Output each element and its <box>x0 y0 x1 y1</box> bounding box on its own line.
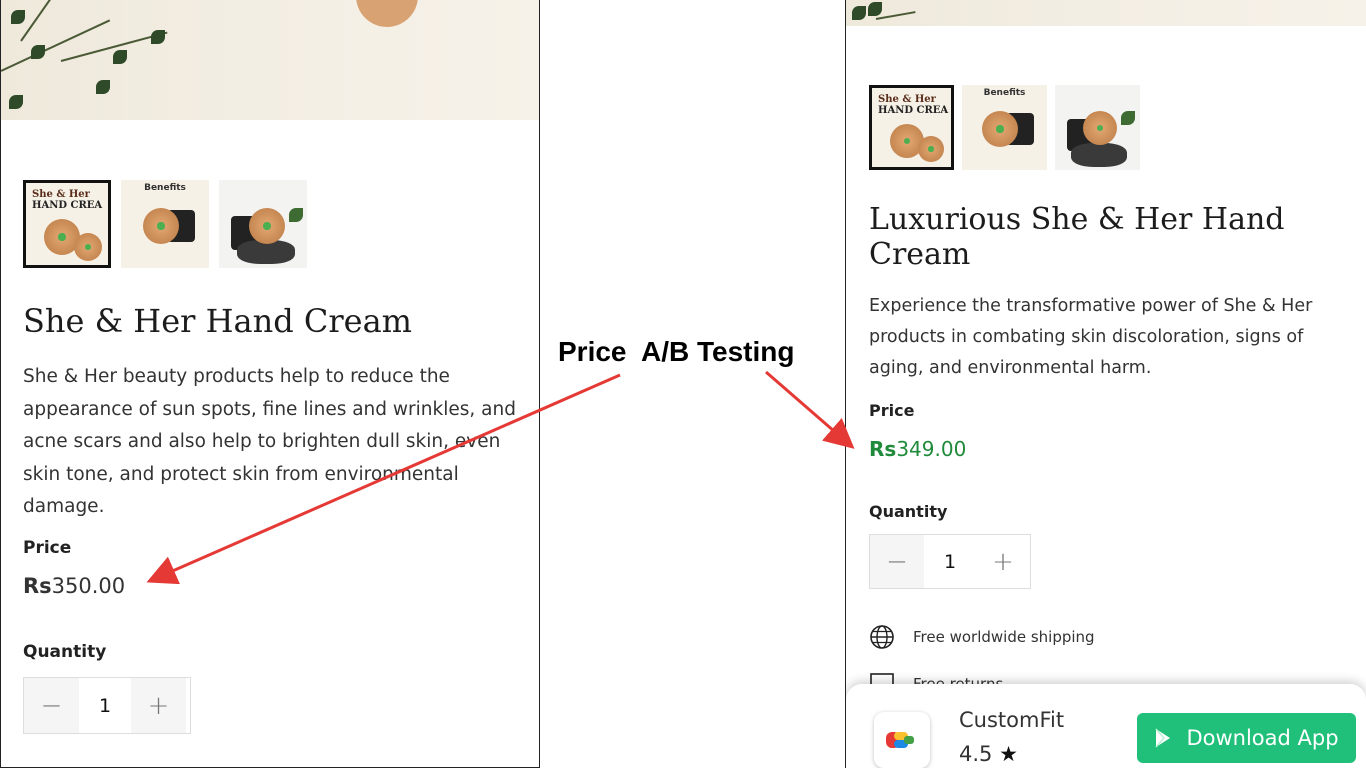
variant-b-panel: She & Her HAND CREA Benefits Luxurious Sh… <box>845 0 1366 768</box>
feature-shipping: Free worldwide shipping <box>869 624 1095 650</box>
arrow-to-price-b <box>765 370 855 449</box>
currency-symbol: Rs <box>869 437 897 461</box>
increase-quantity-button[interactable]: + <box>976 535 1030 588</box>
decrease-quantity-button[interactable]: − <box>870 535 924 588</box>
product-description: Experience the transformative power of S… <box>869 296 1313 378</box>
quantity-label: Quantity <box>869 502 948 521</box>
leaf-icon <box>868 2 882 16</box>
price-value: Rs350.00 <box>23 574 125 598</box>
variant-a-panel: She & Her HAND CREA Benefits She & Her Ha… <box>0 0 540 768</box>
hero-image <box>1 0 539 120</box>
price-label: Price <box>869 401 915 420</box>
thumbnail-gallery: She & Her HAND CREA Benefits <box>869 85 1140 170</box>
app-download-banner: CustomFit 4.5 ★ Download App <box>846 684 1366 768</box>
thumb-text-line1: She & Her <box>32 189 90 200</box>
decrease-quantity-button[interactable]: − <box>24 678 79 733</box>
jar-lid-image <box>143 208 179 244</box>
thumbnail-2[interactable]: Benefits <box>962 85 1047 170</box>
leaf-icon <box>11 10 25 24</box>
app-name: CustomFit <box>959 708 1065 732</box>
thumb-text-line2: HAND CREA <box>878 105 949 116</box>
quantity-label: Quantity <box>23 642 107 662</box>
thumbnail-2[interactable]: Benefits <box>121 180 209 268</box>
thumbnail-gallery: She & Her HAND CREA Benefits <box>23 180 307 268</box>
currency-symbol: Rs <box>23 574 52 598</box>
star-icon: ★ <box>999 742 1018 766</box>
quantity-stepper: − 1 + <box>23 677 191 734</box>
thumbnail-1[interactable]: She & Her HAND CREA <box>869 85 954 170</box>
thumb-caption: Benefits <box>144 183 186 193</box>
app-rating: 4.5 ★ <box>959 742 1018 766</box>
branch-decoration <box>20 0 74 42</box>
jar-lid-image <box>918 136 944 162</box>
stone-image <box>1071 143 1127 167</box>
thumb-caption: Benefits <box>983 88 1026 98</box>
leaf-icon <box>113 50 127 64</box>
leaf-icon <box>9 95 23 109</box>
leaf-icon <box>151 30 165 44</box>
product-description: She & Her beauty products help to reduce… <box>23 366 516 517</box>
leaf-icon <box>852 6 866 20</box>
download-app-label: Download App <box>1186 726 1339 750</box>
quantity-input[interactable]: 1 <box>79 678 131 733</box>
price-label: Price <box>23 538 72 558</box>
rating-value: 4.5 <box>959 742 993 766</box>
hero-image <box>846 0 1366 26</box>
play-store-icon <box>1155 728 1171 748</box>
quantity-input[interactable]: 1 <box>924 535 976 588</box>
product-jar-image <box>356 0 418 27</box>
leaf-icon <box>1121 111 1135 125</box>
product-title: She & Her Hand Cream <box>23 302 412 340</box>
annotation-label: Price A/B Testing <box>558 336 795 367</box>
thumbnail-3[interactable] <box>1055 85 1140 170</box>
leaf-icon <box>96 80 110 94</box>
globe-icon <box>870 625 894 649</box>
thumb-text-line2: HAND CREA <box>32 200 103 211</box>
price-amount: 349.00 <box>896 437 967 461</box>
thumbnail-1[interactable]: She & Her HAND CREA <box>23 180 111 268</box>
jar-lid-image <box>249 208 285 244</box>
price-value: Rs349.00 <box>869 437 966 461</box>
jar-lid-image <box>74 233 102 261</box>
jar-lid-image <box>1083 111 1117 145</box>
jar-lid-image <box>982 111 1018 147</box>
customfit-logo-icon <box>874 712 930 768</box>
increase-quantity-button[interactable]: + <box>131 678 186 733</box>
thumbnail-3[interactable] <box>219 180 307 268</box>
leaf-icon <box>31 45 45 59</box>
feature-label: Free worldwide shipping <box>913 628 1095 646</box>
leaf-icon <box>289 208 303 222</box>
branch-decoration <box>1 19 111 72</box>
download-app-button[interactable]: Download App <box>1137 713 1356 763</box>
product-title: Luxurious She & Her Hand Cream <box>869 202 1285 272</box>
thumb-text-line1: She & Her <box>878 94 936 105</box>
quantity-stepper: − 1 + <box>869 534 1031 589</box>
price-amount: 350.00 <box>51 574 126 598</box>
branch-decoration <box>875 11 916 20</box>
